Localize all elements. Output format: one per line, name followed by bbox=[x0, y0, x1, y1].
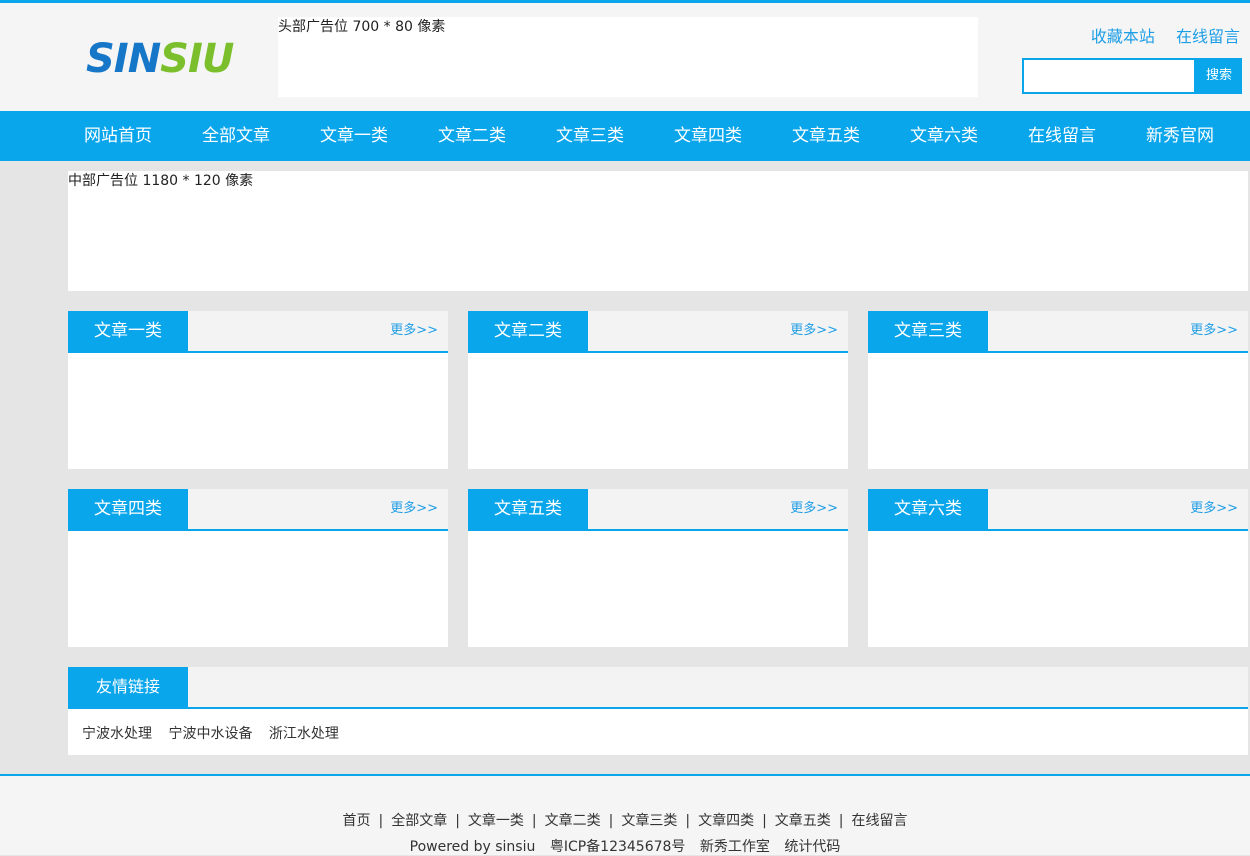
more-link[interactable]: 更多>> bbox=[1190, 311, 1238, 351]
panel-title[interactable]: 文章三类 bbox=[868, 311, 988, 351]
footer-separator: | bbox=[838, 813, 844, 829]
nav-item-message[interactable]: 在线留言 bbox=[1003, 111, 1121, 161]
footer-separator: | bbox=[378, 813, 384, 829]
more-link[interactable]: 更多>> bbox=[790, 489, 838, 529]
friend-links-header: 友情链接 bbox=[68, 667, 1248, 709]
friend-links-title: 友情链接 bbox=[68, 667, 188, 707]
footer-nav: 首页 | 全部文章 | 文章一类 | 文章二类 | 文章三类 | 文章四类 | 文章五类 | 在线留言 bbox=[0, 810, 1250, 830]
nav-item-official-site[interactable]: 新秀官网 bbox=[1121, 111, 1239, 161]
nav-item-category-2[interactable]: 文章二类 bbox=[413, 111, 531, 161]
footer-link-message[interactable]: 在线留言 bbox=[852, 813, 908, 829]
header-ad-text: 头部广告位 700 * 80 像素 bbox=[278, 19, 446, 35]
panel-title[interactable]: 文章二类 bbox=[468, 311, 588, 351]
panel-header: 文章二类 更多>> bbox=[468, 311, 848, 353]
site-logo[interactable]: SINSIU bbox=[86, 36, 234, 82]
category-panel-4: 文章四类 更多>> bbox=[68, 489, 448, 647]
category-panel-3: 文章三类 更多>> bbox=[868, 311, 1248, 469]
online-message-link[interactable]: 在线留言 bbox=[1176, 27, 1240, 46]
category-panel-5: 文章五类 更多>> bbox=[468, 489, 848, 647]
logo-part-2: SIU bbox=[160, 36, 234, 82]
nav-item-category-5[interactable]: 文章五类 bbox=[767, 111, 885, 161]
nav-item-category-6[interactable]: 文章六类 bbox=[885, 111, 1003, 161]
friend-link[interactable]: 宁波水处理 bbox=[82, 726, 152, 742]
site-header: SINSIU 头部广告位 700 * 80 像素 收藏本站 在线留言 搜索 bbox=[0, 3, 1250, 111]
footer-info: Powered by sinsiu 粤ICP备12345678号 新秀工作室 统… bbox=[0, 836, 1250, 856]
footer-separator: | bbox=[455, 813, 460, 829]
footer-link-category-4[interactable]: 文章四类 bbox=[698, 813, 754, 829]
footer-link-home[interactable]: 首页 bbox=[342, 813, 370, 829]
footer-separator: | bbox=[685, 813, 691, 829]
footer-link-category-1[interactable]: 文章一类 bbox=[468, 813, 524, 829]
panel-header: 文章三类 更多>> bbox=[868, 311, 1248, 353]
friend-links-panel: 友情链接 宁波水处理 宁波中水设备 浙江水处理 bbox=[68, 667, 1248, 755]
nav-item-all-articles[interactable]: 全部文章 bbox=[177, 111, 295, 161]
panel-header: 文章六类 更多>> bbox=[868, 489, 1248, 531]
more-link[interactable]: 更多>> bbox=[390, 311, 438, 351]
footer-link-category-5[interactable]: 文章五类 bbox=[775, 813, 831, 829]
panel-title[interactable]: 文章六类 bbox=[868, 489, 988, 529]
middle-ad-slot[interactable]: 中部广告位 1180 * 120 像素 bbox=[68, 171, 1248, 291]
footer-link-all-articles[interactable]: 全部文章 bbox=[391, 813, 447, 829]
nav-item-category-4[interactable]: 文章四类 bbox=[649, 111, 767, 161]
site-footer: 首页 | 全部文章 | 文章一类 | 文章二类 | 文章三类 | 文章四类 | 文章五类 | 在线留言 Po… bbox=[0, 774, 1250, 855]
friend-links-list: 宁波水处理 宁波中水设备 浙江水处理 bbox=[82, 723, 351, 743]
friend-link[interactable]: 浙江水处理 bbox=[269, 726, 339, 742]
more-link[interactable]: 更多>> bbox=[1190, 489, 1238, 529]
search-input[interactable] bbox=[1022, 58, 1196, 94]
panel-header: 文章一类 更多>> bbox=[68, 311, 448, 353]
footer-separator: | bbox=[608, 813, 614, 829]
panel-header: 文章五类 更多>> bbox=[468, 489, 848, 531]
category-panel-6: 文章六类 更多>> bbox=[868, 489, 1248, 647]
search-button[interactable]: 搜索 bbox=[1196, 58, 1242, 94]
top-links: 收藏本站 在线留言 bbox=[1060, 23, 1240, 47]
main-nav: 网站首页 全部文章 文章一类 文章二类 文章三类 文章四类 文章五类 文章六类 … bbox=[0, 111, 1250, 161]
more-link[interactable]: 更多>> bbox=[790, 311, 838, 351]
category-panel-1: 文章一类 更多>> bbox=[68, 311, 448, 469]
nav-item-home[interactable]: 网站首页 bbox=[59, 111, 177, 161]
panel-title[interactable]: 文章五类 bbox=[468, 489, 588, 529]
footer-separator: | bbox=[762, 813, 767, 829]
header-ad-slot[interactable]: 头部广告位 700 * 80 像素 bbox=[278, 17, 978, 97]
nav-item-category-3[interactable]: 文章三类 bbox=[531, 111, 649, 161]
more-link[interactable]: 更多>> bbox=[390, 489, 438, 529]
panel-title[interactable]: 文章四类 bbox=[68, 489, 188, 529]
footer-separator: | bbox=[531, 813, 537, 829]
nav-item-category-1[interactable]: 文章一类 bbox=[295, 111, 413, 161]
footer-link-category-3[interactable]: 文章三类 bbox=[621, 813, 677, 829]
footer-link-category-2[interactable]: 文章二类 bbox=[545, 813, 601, 829]
category-panel-2: 文章二类 更多>> bbox=[468, 311, 848, 469]
panel-title[interactable]: 文章一类 bbox=[68, 311, 188, 351]
panel-header: 文章四类 更多>> bbox=[68, 489, 448, 531]
friend-link[interactable]: 宁波中水设备 bbox=[168, 726, 252, 742]
middle-ad-text: 中部广告位 1180 * 120 像素 bbox=[68, 173, 254, 189]
logo-part-1: SIN bbox=[86, 36, 161, 82]
bookmark-site-link[interactable]: 收藏本站 bbox=[1091, 27, 1155, 46]
